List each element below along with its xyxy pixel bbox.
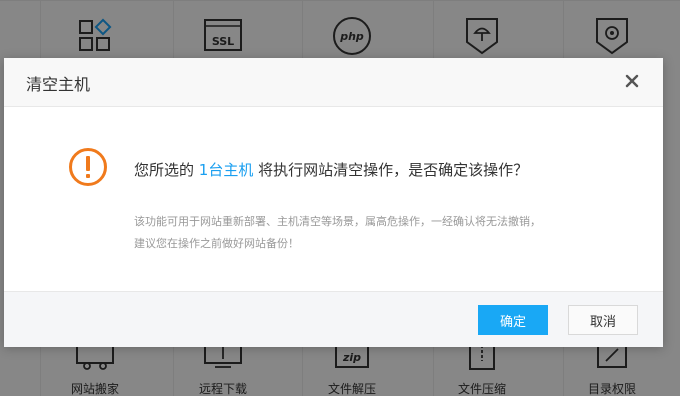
- dialog-body: 您所选的 1台主机 将执行网站清空操作，是否确定该操作？ 该功能可用于网站重新部…: [4, 107, 663, 291]
- warning-note: 该功能可用于网站重新部署、主机清空等场景，属高危操作，一经确认将无法撤销， 建议…: [134, 211, 604, 255]
- clear-host-dialog: 清空主机 您所选的 1台主机 将执行网站清空操作，是否确定该操作？ 该功能可用于…: [4, 58, 663, 347]
- confirm-button[interactable]: 确定: [478, 305, 548, 335]
- confirm-question: 您所选的 1台主机 将执行网站清空操作，是否确定该操作？: [134, 159, 528, 180]
- close-button[interactable]: [623, 72, 641, 90]
- warning-icon: [68, 147, 108, 187]
- dialog-header: 清空主机: [4, 58, 663, 107]
- question-text-after: 将执行网站清空操作，是否确定该操作？: [253, 161, 529, 179]
- close-icon: [625, 74, 639, 88]
- dialog-title: 清空主机: [26, 75, 91, 94]
- host-count-highlight: 1台主机: [198, 161, 254, 179]
- cancel-button[interactable]: 取消: [568, 305, 638, 335]
- warning-note-line: 该功能可用于网站重新部署、主机清空等场景，属高危操作，一经确认将无法撤销，: [134, 215, 541, 228]
- question-text-before: 您所选的: [134, 161, 199, 179]
- dialog-footer: 确定 取消: [4, 291, 663, 347]
- warning-note-line: 建议您在操作之前做好网站备份！: [134, 237, 299, 250]
